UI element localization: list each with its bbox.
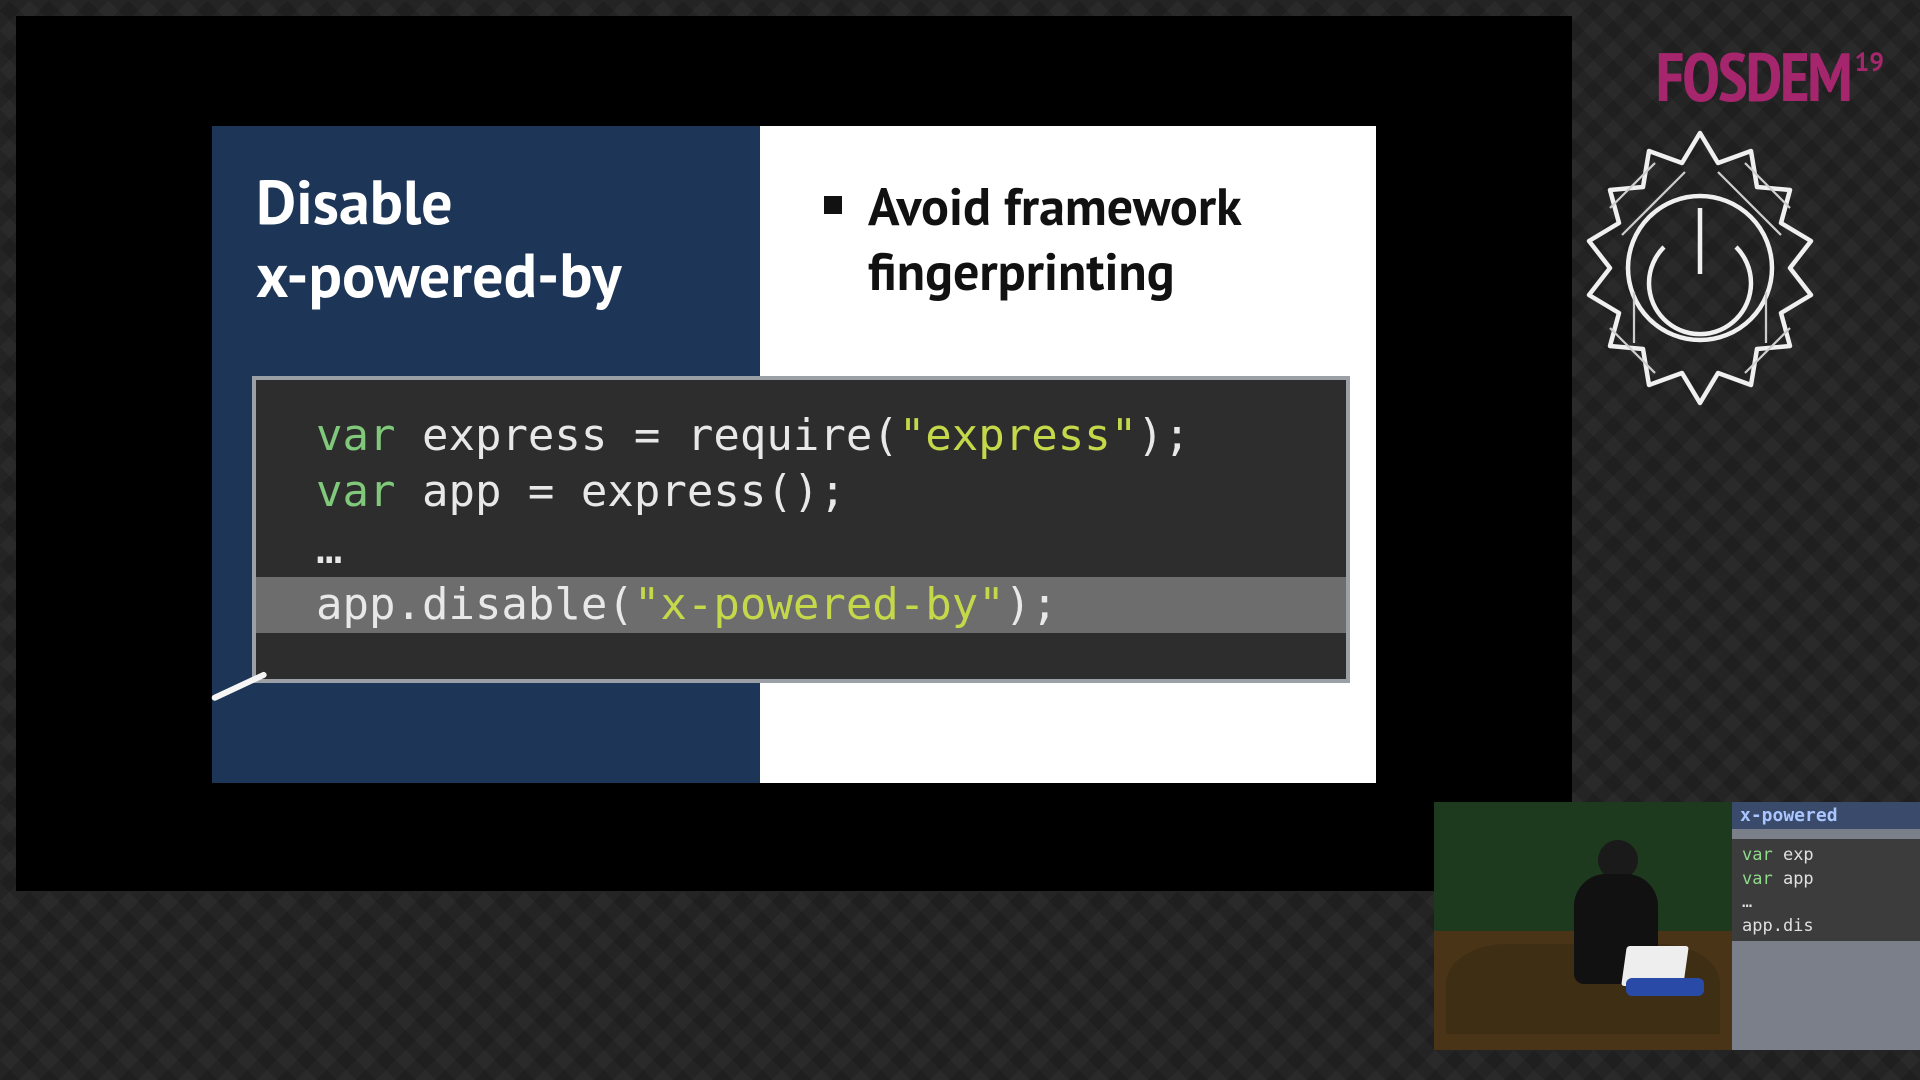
- code-line-1: var express = require("express");: [256, 408, 1346, 464]
- brand-year: 19: [1855, 46, 1884, 79]
- slide-title-line1: Disable: [256, 162, 453, 242]
- camera-pip: x-powered var exp var app … app.dis: [1434, 802, 1920, 1050]
- code-line-2: var app = express();: [256, 464, 1346, 520]
- stage-monitor-title: x-powered: [1732, 802, 1920, 829]
- slide-bullet: Avoid framework fingerprinting: [824, 174, 1336, 304]
- slide-bullet-text: Avoid framework fingerprinting: [868, 174, 1336, 304]
- slide-title: Disable x-powered-by: [256, 166, 716, 312]
- stage-monitor-code: var exp var app … app.dis: [1732, 839, 1920, 941]
- slide-body-panel: Avoid framework fingerprinting: [760, 126, 1376, 304]
- blue-pad: [1626, 978, 1704, 996]
- stage-monitor: x-powered var exp var app … app.dis: [1732, 802, 1920, 1050]
- code-line-4-highlighted: app.disable("x-powered-by");: [256, 577, 1346, 633]
- code-block: var express = require("express"); var ap…: [256, 380, 1346, 679]
- presentation-slide: Disable x-powered-by Avoid framework fin…: [212, 126, 1376, 783]
- fosdem-logo: FOSDEM 19: [1656, 42, 1884, 110]
- speaker-camera: [1434, 802, 1732, 1050]
- bullet-square-icon: [824, 196, 842, 214]
- gear-power-icon: [1550, 118, 1850, 418]
- brand-word: FOSDEM: [1656, 42, 1851, 110]
- main-video-stream: Disable x-powered-by Avoid framework fin…: [16, 16, 1572, 891]
- slide-title-line2: x-powered-by: [256, 235, 622, 315]
- code-line-3: …: [256, 521, 1346, 577]
